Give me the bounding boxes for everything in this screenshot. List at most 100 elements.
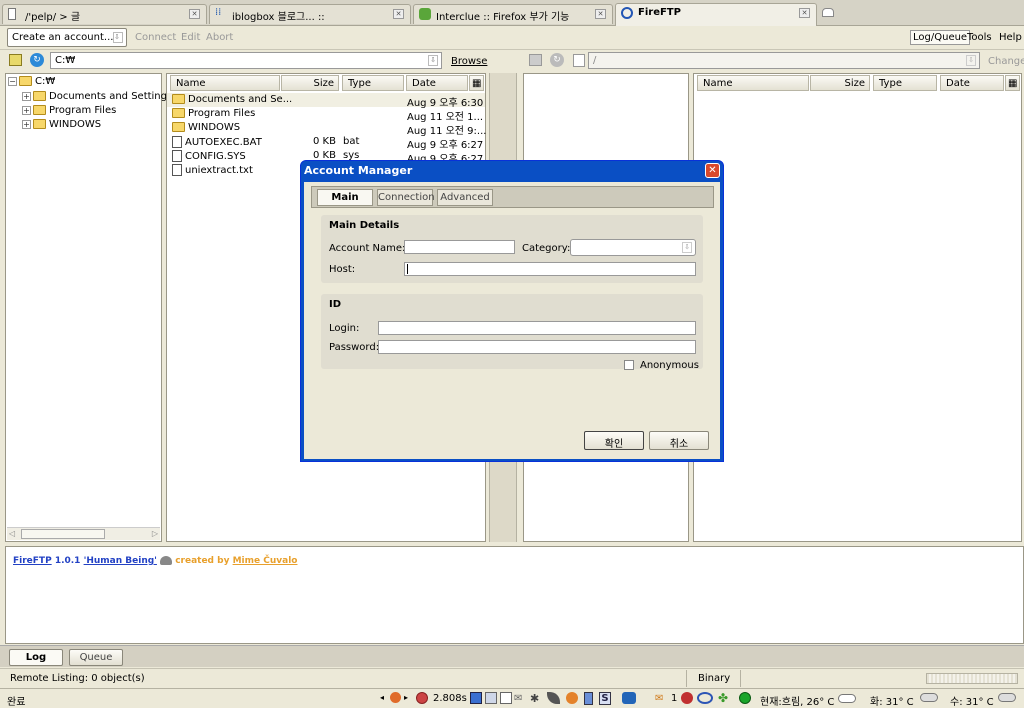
- column-header-type[interactable]: Type: [873, 75, 937, 91]
- table-row[interactable]: Documents and Se... Aug 9 오후 6:30: [167, 93, 485, 109]
- chevron-down-icon[interactable]: ⇩: [428, 55, 438, 66]
- tools-menu[interactable]: Tools: [967, 32, 992, 43]
- column-header-name[interactable]: Name: [170, 75, 280, 91]
- remote-path-input[interactable]: / ⇩: [588, 52, 980, 69]
- grid-icon[interactable]: [485, 692, 497, 704]
- window-icon[interactable]: [500, 692, 512, 704]
- puzzle-icon[interactable]: ✤: [718, 691, 728, 705]
- browse-button[interactable]: Browse: [451, 56, 487, 67]
- edit-button[interactable]: Edit: [181, 32, 200, 43]
- column-header-name[interactable]: Name: [697, 75, 809, 91]
- browser-tab-2[interactable]: ⁞⁞ iblogbox 블로그... :: ✕: [209, 4, 411, 24]
- file-name: uniextract.txt: [185, 165, 253, 176]
- scroll-right-icon[interactable]: ▷: [152, 529, 158, 538]
- file-icon: [573, 54, 585, 67]
- column-header-date[interactable]: Date: [406, 75, 468, 91]
- folder-icon: [33, 119, 46, 129]
- local-folder-tree[interactable]: − C:₩ + Documents and Settings + Program Fi…: [5, 73, 172, 542]
- column-header-type[interactable]: Type: [342, 75, 404, 91]
- load-timer: 2.808s: [433, 693, 467, 704]
- host-field[interactable]: [404, 262, 696, 276]
- table-row[interactable]: AUTOEXEC.BAT 0 KB bat Aug 9 오후 6:27: [167, 135, 485, 151]
- loop-icon[interactable]: [697, 692, 713, 704]
- addon-icon[interactable]: [390, 692, 401, 703]
- cancel-label: 취소: [669, 439, 689, 450]
- firefox-icon[interactable]: [566, 692, 578, 704]
- tab-log[interactable]: Log: [9, 649, 63, 666]
- chevron-down-icon: ⇩: [113, 32, 123, 43]
- expand-icon[interactable]: +: [22, 105, 31, 115]
- new-tab-icon[interactable]: [822, 8, 834, 17]
- nav-forward-icon[interactable]: ▸: [404, 693, 408, 702]
- mail-icon[interactable]: ✉: [655, 693, 663, 704]
- column-header-label: Name: [703, 78, 733, 89]
- column-header-date[interactable]: Date: [940, 75, 1004, 91]
- login-label: Login:: [329, 323, 360, 334]
- tab-main[interactable]: Main: [317, 189, 373, 206]
- column-picker-icon[interactable]: ▦: [469, 75, 484, 91]
- local-path-input[interactable]: C:₩ ⇩: [50, 52, 442, 69]
- change-button[interactable]: Change: [988, 56, 1024, 67]
- refresh-icon[interactable]: ↻: [30, 53, 44, 67]
- help-menu[interactable]: Help: [999, 32, 1022, 43]
- close-icon[interactable]: ✕: [189, 9, 200, 19]
- chat-icon[interactable]: [622, 692, 636, 704]
- ok-button[interactable]: 확인: [584, 431, 644, 450]
- local-home-icon[interactable]: [9, 54, 22, 66]
- browser-tab-1[interactable]: /'рelp/ > 글 ✕: [2, 4, 207, 24]
- phone-icon[interactable]: [584, 692, 593, 705]
- login-field[interactable]: [378, 321, 696, 335]
- account-name-field[interactable]: [404, 240, 515, 254]
- s-icon[interactable]: S: [599, 692, 611, 705]
- close-icon[interactable]: ✕: [799, 8, 810, 18]
- main-details-group: Main Details Account Name: Category: ⇩ H…: [321, 215, 703, 283]
- tab-connection[interactable]: Connection: [377, 189, 435, 206]
- file-name: CONFIG.SYS: [185, 151, 246, 162]
- connect-button[interactable]: Connect: [135, 32, 176, 43]
- expand-icon[interactable]: +: [22, 91, 31, 101]
- column-header-size[interactable]: Size: [810, 75, 870, 91]
- file-name: Program Files: [188, 108, 256, 119]
- browser-tab-3[interactable]: Interclue :: Firefox 부가 기능 ✕: [413, 4, 613, 24]
- table-row[interactable]: Program Files Aug 11 오전 1...: [167, 107, 485, 123]
- close-icon[interactable]: ✕: [393, 9, 404, 19]
- column-picker-icon[interactable]: ▦: [1005, 75, 1020, 91]
- column-header-size[interactable]: Size: [281, 75, 339, 91]
- log-queue-button[interactable]: Log/Queue: [910, 30, 971, 45]
- browser-tab-fireftp[interactable]: FireFTP ✕: [615, 3, 817, 26]
- table-row[interactable]: WINDOWS Aug 11 오전 9:...: [167, 121, 486, 137]
- mail-icon[interactable]: ✉: [514, 693, 522, 704]
- tab-advanced[interactable]: Advanced: [437, 189, 493, 206]
- feather-icon[interactable]: [547, 692, 560, 704]
- expand-icon[interactable]: +: [22, 119, 31, 129]
- fireftp-link[interactable]: FireFTP: [13, 556, 52, 566]
- password-field[interactable]: [378, 340, 696, 354]
- horizontal-scrollbar[interactable]: ◁ ▷: [7, 527, 160, 540]
- checkbox-icon[interactable]: [470, 692, 482, 704]
- author-link[interactable]: Mime Čuvalo: [233, 556, 298, 566]
- folder-icon: [33, 91, 46, 101]
- cancel-button[interactable]: 취소: [649, 431, 709, 450]
- dialog-tabbar: Main Connection Advanced: [311, 186, 714, 208]
- close-icon[interactable]: ✕: [705, 163, 720, 178]
- avatar-icon: [160, 556, 173, 565]
- column-header-label: Size: [313, 78, 334, 89]
- scroll-left-icon[interactable]: ◁: [9, 529, 15, 538]
- remote-file-list[interactable]: Name Size Type Date ▦: [693, 73, 1022, 542]
- anonymous-checkbox[interactable]: [624, 360, 634, 370]
- codename-link[interactable]: 'Human Being': [84, 556, 157, 566]
- nav-back-icon[interactable]: ◂: [380, 693, 384, 702]
- account-select[interactable]: Create an account... ⇩: [7, 28, 127, 47]
- bug-icon[interactable]: ✱: [530, 692, 539, 705]
- weather-wed: 수: 31° C: [950, 697, 994, 708]
- status-dot-icon[interactable]: [739, 692, 751, 704]
- log-panel[interactable]: FireFTP 1.0.1 'Human Being' created by M…: [5, 546, 1024, 644]
- collapse-icon[interactable]: −: [8, 76, 17, 86]
- abort-button[interactable]: Abort: [206, 32, 233, 43]
- close-icon[interactable]: ✕: [595, 9, 606, 19]
- at-icon[interactable]: [681, 692, 693, 704]
- category-select[interactable]: ⇩: [570, 239, 696, 256]
- scrollbar-thumb[interactable]: [21, 529, 105, 539]
- refresh-icon: ↻: [550, 53, 564, 67]
- tab-queue[interactable]: Queue: [69, 649, 123, 666]
